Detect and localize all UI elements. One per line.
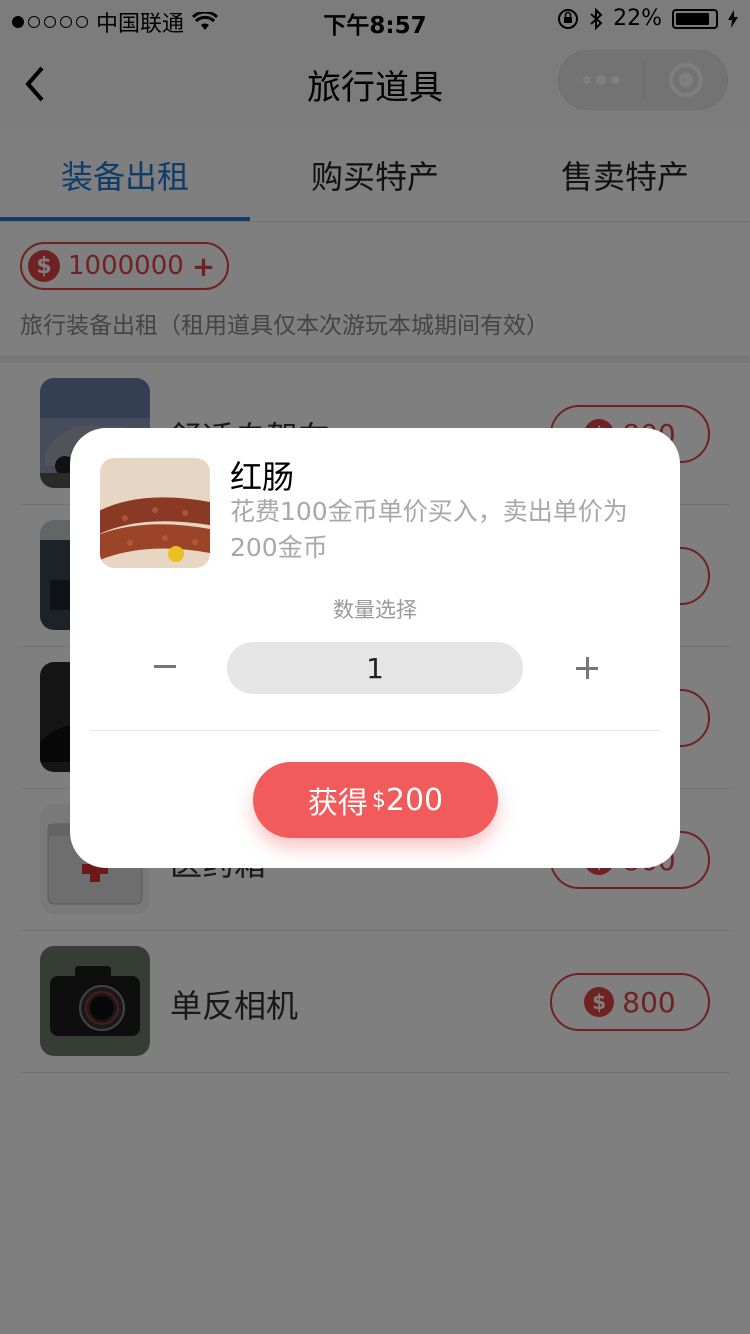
confirm-button[interactable]: 获得 $ 200 — [253, 762, 498, 838]
minus-icon — [154, 664, 176, 668]
purchase-modal: 红肠 花费100金币单价买入，卖出单价为200金币 数量选择 1 获得 $ 20… — [70, 428, 680, 868]
confirm-label: 获得 — [307, 786, 368, 821]
modal-divider — [90, 730, 660, 731]
quantity-input[interactable]: 1 — [227, 642, 523, 694]
quantity-label: 数量选择 — [333, 598, 417, 622]
confirm-amount: 200 — [385, 782, 444, 818]
confirm-currency: $ — [371, 787, 386, 813]
increment-button[interactable] — [562, 640, 612, 696]
sausage-image — [100, 458, 210, 568]
product-title: 红肠 — [230, 458, 295, 496]
product-description: 花费100金币单价买入，卖出单价为200金币 — [230, 497, 628, 562]
decrement-button[interactable] — [140, 638, 190, 694]
